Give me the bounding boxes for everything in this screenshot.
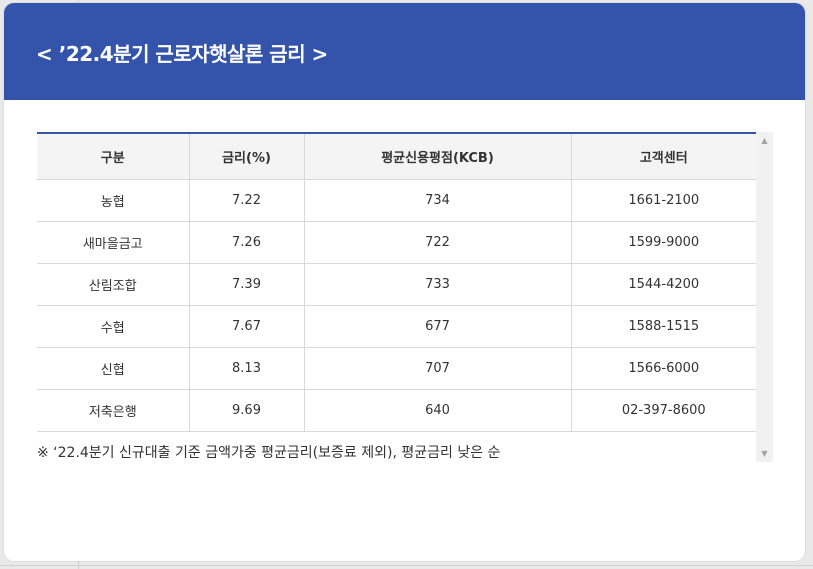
cell-customer-center: 1588-1515 xyxy=(571,305,756,348)
cell-rate: 9.69 xyxy=(189,389,305,432)
cell-rate: 7.39 xyxy=(189,263,305,306)
cell-credit-score: 707 xyxy=(304,347,572,390)
modal-title: < ’22.4분기 근로자햇살론 금리 > xyxy=(36,42,328,66)
cell-customer-center: 1566-6000 xyxy=(571,347,756,390)
cell-rate: 8.13 xyxy=(189,347,305,390)
cell-category: 농협 xyxy=(37,179,190,222)
cell-credit-score: 734 xyxy=(304,179,572,222)
cell-customer-center: 1544-4200 xyxy=(571,263,756,306)
table-header-row: 구분 금리(%) 평균신용평점(KCB) 고객센터 xyxy=(37,132,756,180)
header-category: 구분 xyxy=(37,132,190,180)
table-row: 농협 7.22 734 1661-2100 xyxy=(37,179,756,222)
table-row: 산림조합 7.39 733 1544-4200 xyxy=(37,263,756,306)
rate-modal: < ’22.4분기 근로자햇살론 금리 > 구분 금리(%) 평균신용평점(KC… xyxy=(4,3,805,561)
header-customer-center: 고객센터 xyxy=(571,132,756,180)
table-row: 수협 7.67 677 1588-1515 xyxy=(37,305,756,348)
cell-credit-score: 733 xyxy=(304,263,572,306)
cell-credit-score: 722 xyxy=(304,221,572,264)
scroll-up-arrow-icon[interactable]: ▲ xyxy=(756,132,773,149)
rate-table-wrapper: 구분 금리(%) 평균신용평점(KCB) 고객센터 농협 7.22 734 16… xyxy=(37,132,756,461)
scroll-down-arrow-icon[interactable]: ▼ xyxy=(756,445,773,462)
header-credit-score: 평균신용평점(KCB) xyxy=(304,132,572,180)
table-row: 새마을금고 7.26 722 1599-9000 xyxy=(37,221,756,264)
footnote: ※ ‘22.4분기 신규대출 기준 금액가중 평균금리(보증료 제외), 평균금… xyxy=(37,445,501,461)
cell-rate: 7.22 xyxy=(189,179,305,222)
cell-customer-center: 02-397-8600 xyxy=(571,389,756,432)
cell-customer-center: 1661-2100 xyxy=(571,179,756,222)
table-row: 저축은행 9.69 640 02-397-8600 xyxy=(37,389,756,432)
cell-credit-score: 677 xyxy=(304,305,572,348)
cell-category: 수협 xyxy=(37,305,190,348)
header-rate: 금리(%) xyxy=(189,132,305,180)
modal-header: < ’22.4분기 근로자햇살론 금리 > xyxy=(4,3,805,100)
table-scroll-area[interactable]: 구분 금리(%) 평균신용평점(KCB) 고객센터 농협 7.22 734 16… xyxy=(37,132,773,462)
cell-category: 새마을금고 xyxy=(37,221,190,264)
cell-credit-score: 640 xyxy=(304,389,572,432)
cell-rate: 7.67 xyxy=(189,305,305,348)
cell-category: 신협 xyxy=(37,347,190,390)
cell-category: 저축은행 xyxy=(37,389,190,432)
background-divider xyxy=(0,565,813,566)
cell-category: 산림조합 xyxy=(37,263,190,306)
cell-rate: 7.26 xyxy=(189,221,305,264)
table-row: 신협 8.13 707 1566-6000 xyxy=(37,347,756,390)
cell-customer-center: 1599-9000 xyxy=(571,221,756,264)
rate-table: 구분 금리(%) 평균신용평점(KCB) 고객센터 농협 7.22 734 16… xyxy=(37,132,756,432)
vertical-scrollbar[interactable]: ▲ ▼ xyxy=(756,132,773,462)
